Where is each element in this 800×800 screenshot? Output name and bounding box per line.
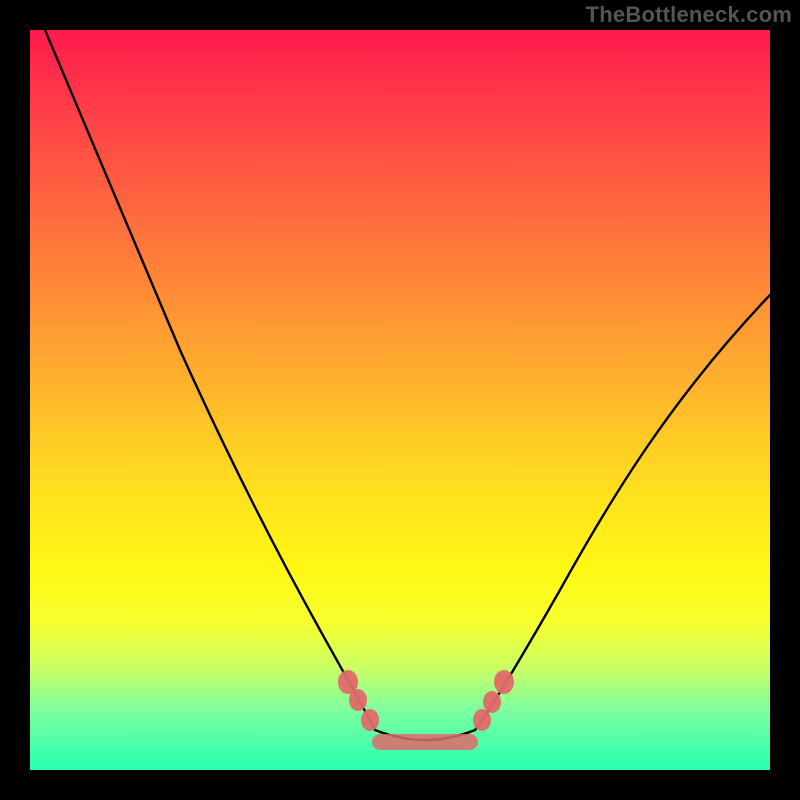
marker-dot: [349, 689, 367, 711]
marker-dot: [361, 709, 379, 731]
right-curve: [475, 295, 770, 730]
chart-svg: [30, 30, 770, 770]
left-curve: [45, 30, 375, 730]
marker-dot: [473, 709, 491, 731]
marker-dot: [483, 691, 501, 713]
chart-area: [30, 30, 770, 770]
minimum-bar: [372, 734, 478, 750]
attribution-text: TheBottleneck.com: [586, 2, 792, 28]
page-frame: TheBottleneck.com: [0, 0, 800, 800]
marker-dot: [494, 670, 514, 694]
